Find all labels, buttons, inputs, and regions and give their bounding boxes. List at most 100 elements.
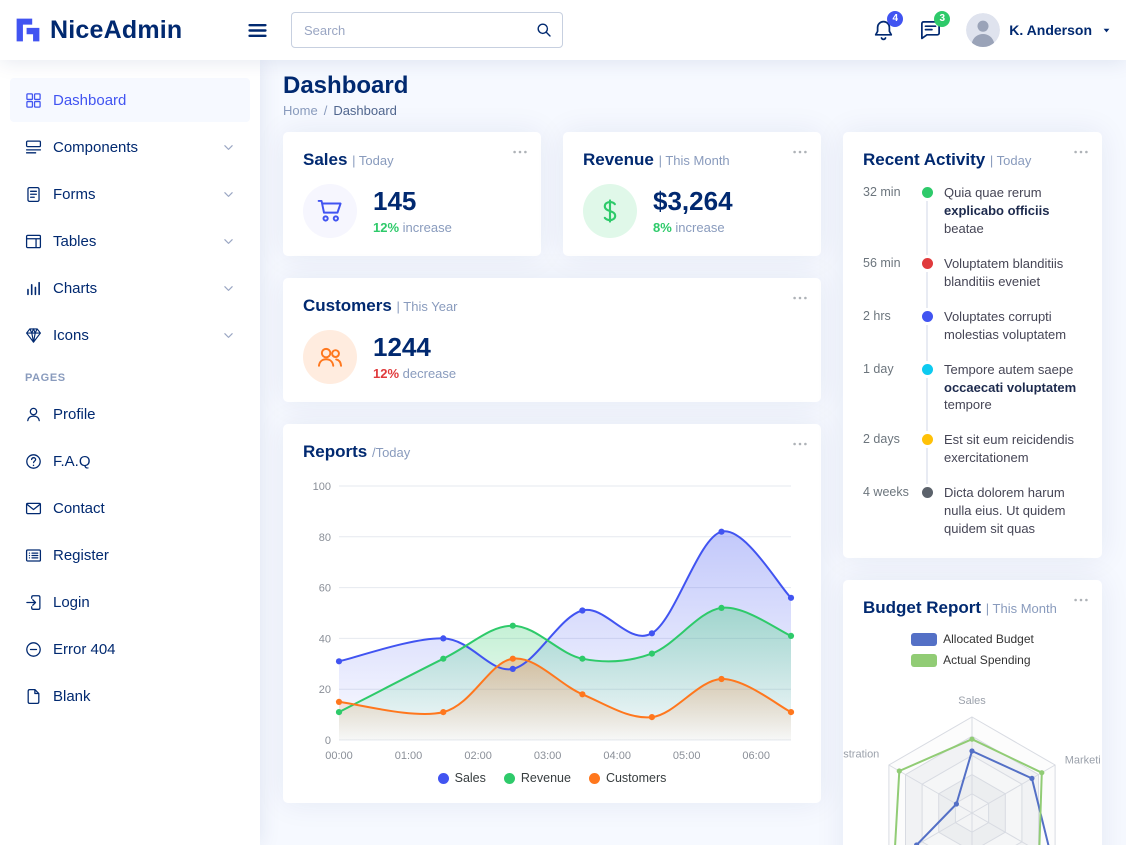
logo[interactable]: NiceAdmin [0, 16, 246, 45]
sidebar-item-error-404[interactable]: Error 404 [10, 627, 250, 671]
notifications-button[interactable]: 4 [872, 19, 895, 42]
activity-dot [922, 434, 933, 445]
card-title: Recent Activity | Today [863, 150, 1082, 170]
legend-dot [438, 773, 449, 784]
grid-icon [25, 92, 42, 109]
activity-dot [922, 364, 933, 375]
activity-text: Tempore autem saepe occaecati voluptatem… [944, 361, 1082, 432]
timeline-line [926, 272, 928, 308]
card-period: /Today [372, 445, 410, 460]
card-title: Sales | Today [303, 150, 521, 170]
svg-text:0: 0 [325, 735, 331, 747]
breadcrumb-current: Dashboard [333, 103, 397, 118]
sidebar-item-label: Profile [53, 406, 235, 423]
activity-text: Quia quae rerum explicabo officiis beata… [944, 184, 1082, 255]
breadcrumb-home[interactable]: Home [283, 103, 318, 118]
svg-text:00:00: 00:00 [325, 750, 353, 762]
sidebar-item-label: Charts [53, 280, 211, 297]
sidebar-item-profile[interactable]: Profile [10, 392, 250, 436]
sidebar-item-dashboard[interactable]: Dashboard [10, 78, 250, 122]
card-period: | This Month [986, 601, 1057, 616]
activity-time: 32 min [863, 184, 919, 255]
activity-time: 4 weeks [863, 484, 919, 540]
dollar-icon-circle [583, 184, 637, 238]
sidebar-item-register[interactable]: Register [10, 533, 250, 577]
revenue-card: Revenue | This Month $3,264 8% increase [563, 132, 821, 256]
card-period: | Today [352, 153, 393, 168]
revenue-delta: 8% increase [653, 220, 733, 235]
layout-icon [25, 233, 42, 250]
breadcrumb-separator: / [324, 103, 328, 118]
revenue-value: $3,264 [653, 187, 733, 216]
legend-item-allocated-budget[interactable]: Allocated Budget [911, 632, 1034, 646]
sidebar-item-label: Tables [53, 233, 211, 250]
activity-link[interactable]: explicabo officiis [944, 203, 1049, 218]
sidebar-item-icons[interactable]: Icons [10, 313, 250, 357]
sidebar-item-contact[interactable]: Contact [10, 486, 250, 530]
card-period: | This Month [659, 153, 730, 168]
reports-area-chart: 02040608010000:0001:0002:0003:0004:0005:… [303, 476, 801, 766]
sidebar-item-label: Icons [53, 327, 211, 344]
search-input[interactable] [291, 12, 563, 48]
svg-text:06:00: 06:00 [742, 750, 770, 762]
card-menu-icon[interactable] [1072, 591, 1090, 609]
card-menu-icon[interactable] [791, 435, 809, 453]
card-menu-icon[interactable] [1072, 143, 1090, 161]
card-menu-icon[interactable] [791, 289, 809, 307]
legend-item-customers[interactable]: Customers [589, 771, 666, 785]
sidebar-item-label: Contact [53, 500, 235, 517]
legend-item-actual-spending[interactable]: Actual Spending [911, 653, 1030, 667]
user-menu[interactable]: K. Anderson [966, 13, 1112, 47]
customers-delta: 12% decrease [373, 366, 456, 381]
main-content: Dashboard Home/Dashboard Sales | Today 1… [260, 60, 1126, 845]
caret-down-icon [1101, 25, 1112, 36]
card-title: Reports /Today [303, 442, 801, 462]
sidebar-menu: Dashboard Components Forms Tables Charts… [10, 78, 250, 357]
recent-activity-card: Recent Activity | Today 32 min Quia quae… [843, 132, 1102, 558]
svg-text:80: 80 [319, 532, 331, 544]
sidebar-item-label: Register [53, 547, 235, 564]
sidebar-item-tables[interactable]: Tables [10, 219, 250, 263]
activity-link[interactable]: occaecati voluptatem [944, 380, 1076, 395]
people-icon [317, 344, 343, 370]
sidebar-item-forms[interactable]: Forms [10, 172, 250, 216]
svg-text:100: 100 [313, 481, 331, 493]
legend-item-sales[interactable]: Sales [438, 771, 486, 785]
activity-item[interactable]: 4 weeks Dicta dolorem harum nulla eius. … [863, 484, 1082, 540]
legend-swatch [911, 633, 937, 646]
messages-badge: 3 [934, 11, 950, 27]
svg-text:03:00: 03:00 [534, 750, 562, 762]
legend-dot [504, 773, 515, 784]
notifications-badge: 4 [887, 11, 903, 27]
sidebar-item-login[interactable]: Login [10, 580, 250, 624]
sidebar-item-components[interactable]: Components [10, 125, 250, 169]
activity-item[interactable]: 56 min Voluptatem blanditiis blanditiis … [863, 255, 1082, 308]
cart-icon-circle [303, 184, 357, 238]
reports-legend: Sales Revenue Customers [303, 771, 801, 785]
sidebar-item-f-a-q[interactable]: F.A.Q [10, 439, 250, 483]
search-button[interactable] [528, 15, 560, 45]
dash-circle-icon [25, 641, 42, 658]
customers-value: 1244 [373, 333, 456, 362]
card-menu-icon[interactable] [791, 143, 809, 161]
activity-item[interactable]: 2 days Est sit eum reicidendis exercitat… [863, 431, 1082, 484]
timeline-line [926, 201, 928, 255]
sidebar-item-label: Login [53, 594, 235, 611]
cart-icon [317, 198, 343, 224]
sidebar-toggle-icon[interactable] [246, 19, 269, 42]
svg-text:Marketing: Marketing [1065, 755, 1101, 767]
activity-item[interactable]: 32 min Quia quae rerum explicabo officii… [863, 184, 1082, 255]
header: NiceAdmin 4 3 K. Anderson [0, 0, 1126, 60]
legend-item-revenue[interactable]: Revenue [504, 771, 571, 785]
reports-chart: 02040608010000:0001:0002:0003:0004:0005:… [303, 476, 801, 769]
activity-time: 1 day [863, 361, 919, 432]
messages-button[interactable]: 3 [919, 19, 942, 42]
activity-item[interactable]: 1 day Tempore autem saepe occaecati volu… [863, 361, 1082, 432]
chevron-down-icon [222, 282, 235, 295]
sidebar-item-charts[interactable]: Charts [10, 266, 250, 310]
search-bar [291, 12, 563, 48]
chevron-down-icon [222, 141, 235, 154]
card-menu-icon[interactable] [511, 143, 529, 161]
sidebar-item-blank[interactable]: Blank [10, 674, 250, 718]
activity-item[interactable]: 2 hrs Voluptates corrupti molestias volu… [863, 308, 1082, 361]
